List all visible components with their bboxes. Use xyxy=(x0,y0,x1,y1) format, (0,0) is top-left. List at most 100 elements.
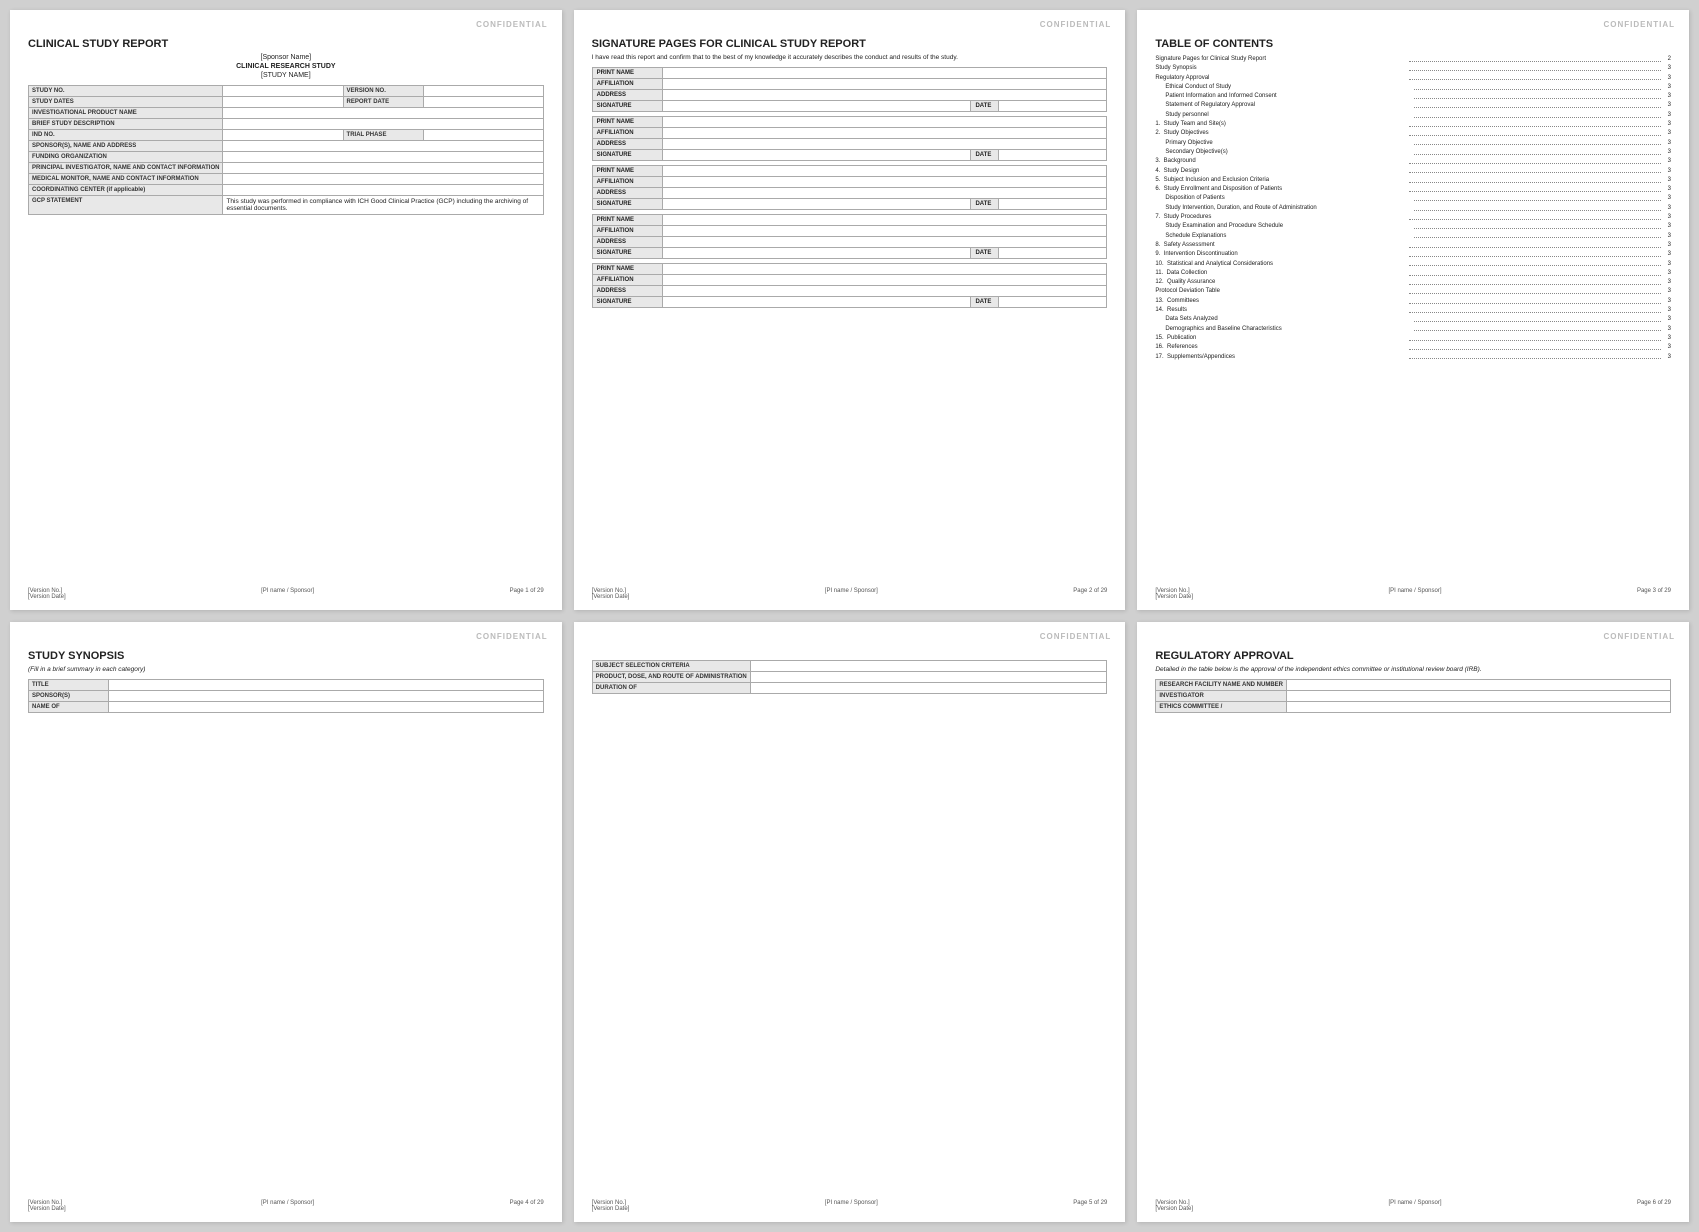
name-of-label: NAME OF xyxy=(29,702,109,713)
print-name-label-5: PRINT NAME xyxy=(592,264,662,275)
address-label-3: ADDRESS xyxy=(592,188,662,199)
subject-selection-label: SUBJECT SELECTION CRITERIA xyxy=(592,661,750,672)
synopsis-table: TITLE SPONSOR(S) NAME OF xyxy=(28,679,544,713)
toc-dots-1 xyxy=(1409,56,1661,62)
principal-inv-label: PRINCIPAL INVESTIGATOR, NAME AND CONTACT… xyxy=(29,163,223,174)
toc-dots-26 xyxy=(1409,288,1661,294)
toc-num-33: 3 xyxy=(1663,354,1671,362)
print-name-label-3: PRINT NAME xyxy=(592,166,662,177)
inv-product-label: INVESTIGATIONAL PRODUCT NAME xyxy=(29,108,223,119)
toc-entry-4: Ethical Conduct of Study 3 xyxy=(1155,84,1671,92)
toc-text-2: Study Synopsis xyxy=(1155,65,1407,73)
toc-dots-24 xyxy=(1409,270,1661,276)
signature-label-3: SIGNATURE xyxy=(592,199,662,210)
toc-num-2: 3 xyxy=(1663,65,1671,73)
table-row: SIGNATURE DATE xyxy=(592,248,1107,259)
toc-text-8: 1. Study Team and Site(s) xyxy=(1155,121,1407,129)
research-facility-value xyxy=(1287,680,1671,691)
toc-text-23: 10. Statistical and Analytical Considera… xyxy=(1155,261,1407,269)
toc-entry-22: 9. Intervention Discontinuation 3 xyxy=(1155,251,1671,259)
affiliation-label-4: AFFILIATION xyxy=(592,226,662,237)
affiliation-label-1: AFFILIATION xyxy=(592,79,662,90)
table-row: NAME OF xyxy=(29,702,544,713)
version-no-value xyxy=(423,86,543,97)
toc-text-30: Demographics and Baseline Characteristic… xyxy=(1165,326,1412,334)
brief-desc-value xyxy=(223,119,543,130)
principal-inv-value xyxy=(223,163,543,174)
sig-block-2: PRINT NAME AFFILIATION ADDRESS SIGNATURE… xyxy=(592,116,1108,161)
signature-label-4: SIGNATURE xyxy=(592,248,662,259)
study-no-value xyxy=(223,86,343,97)
toc-text-9: 2. Study Objectives xyxy=(1155,130,1407,138)
toc-dots-27 xyxy=(1409,298,1661,304)
footer-center-5: [PI name / Sponsor] xyxy=(825,1200,878,1212)
date-label-2: DATE xyxy=(971,150,999,161)
toc-text-19: Study Examination and Procedure Schedule xyxy=(1165,223,1412,231)
toc-dots-11 xyxy=(1414,149,1661,155)
toc-dots-16 xyxy=(1414,195,1661,201)
table-row: IND NO. TRIAL PHASE xyxy=(29,130,544,141)
page-6-title: REGULATORY APPROVAL xyxy=(1155,650,1671,662)
inv-product-value xyxy=(223,108,543,119)
table-row: SIGNATURE DATE xyxy=(592,150,1107,161)
footer-right-6: Page 6 of 29 xyxy=(1637,1200,1671,1212)
confidential-5: CONFIDENTIAL xyxy=(1040,632,1112,641)
reg-intro: Detailed in the table below is the appro… xyxy=(1155,666,1671,673)
medical-monitor-label: MEDICAL MONITOR, NAME AND CONTACT INFORM… xyxy=(29,174,223,185)
toc-entry-30: Demographics and Baseline Characteristic… xyxy=(1155,326,1671,334)
affiliation-value-1 xyxy=(662,79,1107,90)
toc-text-20: Schedule Explanations xyxy=(1165,233,1412,241)
sig-block-3: PRINT NAME AFFILIATION ADDRESS SIGNATURE… xyxy=(592,165,1108,210)
research-facility-label: RESEARCH FACILITY NAME AND NUMBER xyxy=(1156,680,1287,691)
address-value-2 xyxy=(662,139,1107,150)
footer-center-1: [PI name / Sponsor] xyxy=(261,588,314,600)
sig-block-4: PRINT NAME AFFILIATION ADDRESS SIGNATURE… xyxy=(592,214,1108,259)
table-row: ADDRESS xyxy=(592,139,1107,150)
toc-entry-12: 3. Background 3 xyxy=(1155,158,1671,166)
date-value-4 xyxy=(999,248,1107,259)
footer-center-4: [PI name / Sponsor] xyxy=(261,1200,314,1212)
affiliation-label-3: AFFILIATION xyxy=(592,177,662,188)
footer-left-3: [Version No.][Version Date] xyxy=(1155,588,1193,600)
toc-dots-3 xyxy=(1409,75,1661,81)
table-row: MEDICAL MONITOR, NAME AND CONTACT INFORM… xyxy=(29,174,544,185)
table-row: SIGNATURE DATE xyxy=(592,297,1107,308)
table-row: PRINT NAME xyxy=(592,166,1107,177)
table-row: STUDY DATES REPORT DATE xyxy=(29,97,544,108)
toc-num-6: 3 xyxy=(1663,102,1671,110)
toc-text-11: Secondary Objective(s) xyxy=(1165,149,1412,157)
toc-dots-20 xyxy=(1414,233,1661,239)
toc-text-32: 16. References xyxy=(1155,344,1407,352)
report-date-value xyxy=(423,97,543,108)
subject-selection-value xyxy=(750,661,1107,672)
toc-dots-29 xyxy=(1414,316,1661,322)
table-row: BRIEF STUDY DESCRIPTION xyxy=(29,119,544,130)
footer-left-1: [Version No.][Version Date] xyxy=(28,588,66,600)
study-info-table: STUDY NO. VERSION NO. STUDY DATES REPORT… xyxy=(28,85,544,215)
sponsor-address-value xyxy=(223,141,543,152)
toc-entry-31: 15. Publication 3 xyxy=(1155,335,1671,343)
footer-left-2: [Version No.][Version Date] xyxy=(592,588,630,600)
toc-num-17: 3 xyxy=(1663,205,1671,213)
table-row: PRINCIPAL INVESTIGATOR, NAME AND CONTACT… xyxy=(29,163,544,174)
toc-entry-7: Study personnel 3 xyxy=(1155,112,1671,120)
footer-4: [Version No.][Version Date] [PI name / S… xyxy=(28,1200,544,1212)
toc-text-12: 3. Background xyxy=(1155,158,1407,166)
address-label-5: ADDRESS xyxy=(592,286,662,297)
toc-dots-14 xyxy=(1409,177,1661,183)
page-2: CONFIDENTIAL SIGNATURE PAGES FOR CLINICA… xyxy=(574,10,1126,610)
toc-dots-23 xyxy=(1409,261,1661,267)
toc-num-32: 3 xyxy=(1663,344,1671,352)
table-row: AFFILIATION xyxy=(592,177,1107,188)
print-name-label-2: PRINT NAME xyxy=(592,117,662,128)
page-6: CONFIDENTIAL REGULATORY APPROVAL Detaile… xyxy=(1137,622,1689,1222)
footer-center-6: [PI name / Sponsor] xyxy=(1388,1200,1441,1212)
date-value-2 xyxy=(999,150,1107,161)
toc-dots-7 xyxy=(1414,112,1661,118)
date-label-3: DATE xyxy=(971,199,999,210)
toc-dots-12 xyxy=(1409,158,1661,164)
toc-text-4: Ethical Conduct of Study xyxy=(1165,84,1412,92)
table-row: GCP STATEMENT This study was performed i… xyxy=(29,196,544,215)
footer-center-2: [PI name / Sponsor] xyxy=(825,588,878,600)
toc-num-14: 3 xyxy=(1663,177,1671,185)
